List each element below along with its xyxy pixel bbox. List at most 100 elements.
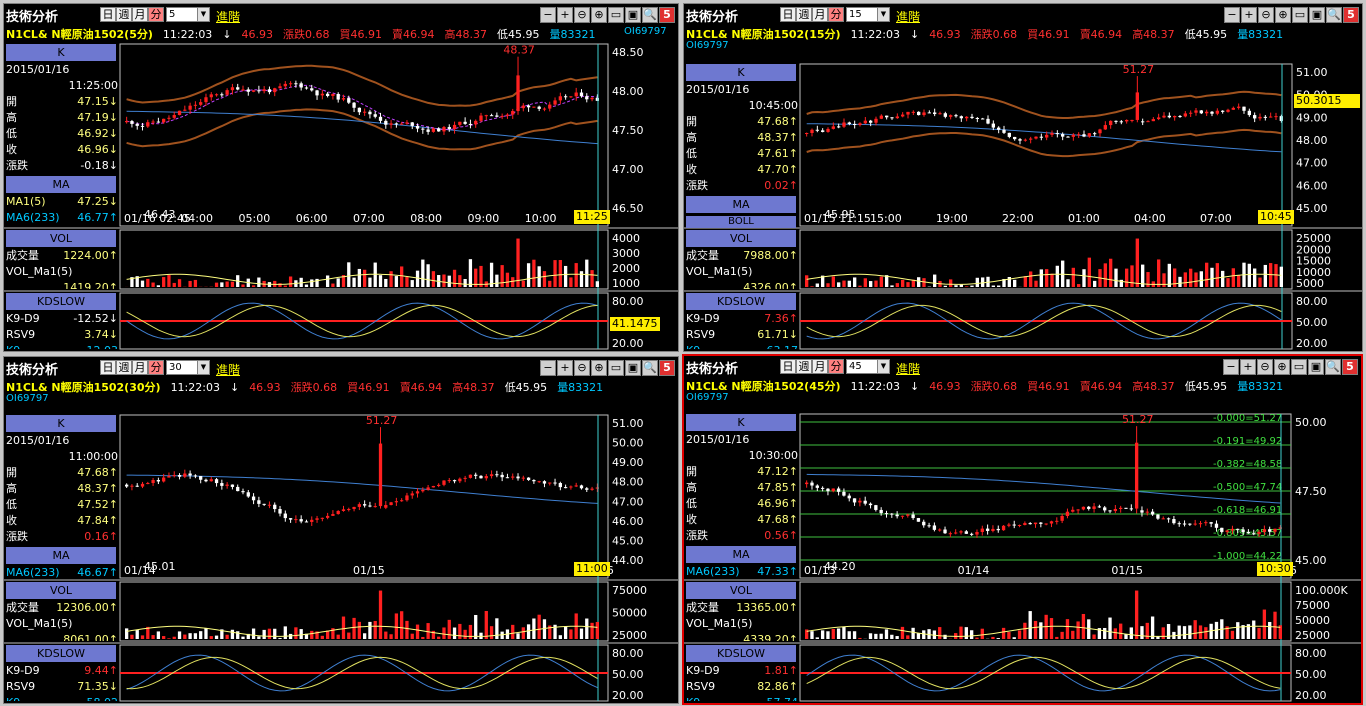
vol-label[interactable]: VOL <box>686 230 796 247</box>
candle-body <box>954 115 958 117</box>
period-button-minute[interactable]: 分 <box>148 360 164 375</box>
save-icon[interactable]: ▣ <box>625 360 641 376</box>
k-label[interactable]: K <box>6 44 116 61</box>
search-icon[interactable]: 🔍 <box>1326 7 1342 23</box>
vol-label[interactable]: VOL <box>6 230 116 247</box>
candle-body <box>1199 110 1203 114</box>
chart-type-icon[interactable]: ▭ <box>608 7 624 23</box>
chart-type-icon[interactable]: ▭ <box>608 360 624 376</box>
kdslow-label[interactable]: KDSLOW <box>6 645 116 662</box>
k-label[interactable]: K <box>6 415 116 432</box>
period-button-day[interactable]: 日 <box>100 7 116 22</box>
chart-type-icon[interactable]: ▭ <box>1291 359 1307 375</box>
zoom-out-icon[interactable]: ⊖ <box>574 7 590 23</box>
k-label[interactable]: K <box>686 64 796 81</box>
candle-body <box>1050 133 1054 135</box>
period-select[interactable]: 5 ▼ <box>166 7 210 22</box>
period-button-week[interactable]: 週 <box>796 359 812 374</box>
period-button-month[interactable]: 月 <box>132 7 148 22</box>
vol-label[interactable]: VOL <box>6 582 116 599</box>
ma-label[interactable]: MA <box>686 196 796 213</box>
advanced-link[interactable]: 進階 <box>216 361 240 378</box>
zoom-out-icon[interactable]: ⊖ <box>1258 7 1274 23</box>
chevron-down-icon[interactable]: ▼ <box>197 361 209 374</box>
vol-label[interactable]: VOL <box>686 582 796 599</box>
volume-bar <box>1103 263 1107 287</box>
volume-bar <box>484 281 488 287</box>
volume-bar <box>278 283 282 287</box>
period-button-minute[interactable]: 分 <box>828 359 844 374</box>
minus-icon[interactable]: − <box>540 360 556 376</box>
period-button-day[interactable]: 日 <box>780 359 796 374</box>
plus-icon[interactable]: + <box>1240 359 1256 375</box>
advanced-link[interactable]: 進階 <box>896 360 920 377</box>
candle-body <box>563 487 568 489</box>
ma-label[interactable]: MA <box>6 547 116 564</box>
zoom-in-icon[interactable]: ⊕ <box>591 360 607 376</box>
period-button-minute[interactable]: 分 <box>148 7 164 22</box>
plus-icon[interactable]: + <box>1241 7 1257 23</box>
period-button-month[interactable]: 月 <box>132 360 148 375</box>
zoom-in-icon[interactable]: ⊕ <box>1275 7 1291 23</box>
period-button-day[interactable]: 日 <box>100 360 116 375</box>
quote-line: N1CL& N輕原油1502(45分) 11:22:03 ↓ 46.93 漲跌0.68 買… <box>686 378 1293 393</box>
chevron-down-icon[interactable]: ▼ <box>197 8 209 21</box>
chart-pane-1[interactable]: 技術分析日週月分 5 ▼ 進階 − + ⊖ ⊕ ▭ ▣ 🔍 5 N1CL& N輕原油1502(5分) 11… <box>3 3 679 352</box>
period-button-month[interactable]: 月 <box>812 359 828 374</box>
kdslow-label[interactable]: KDSLOW <box>686 645 796 662</box>
candle-body <box>288 518 293 520</box>
zoom-out-icon[interactable]: ⊖ <box>1257 359 1273 375</box>
chevron-down-icon[interactable]: ▼ <box>877 8 889 21</box>
five-icon[interactable]: 5 <box>659 7 675 23</box>
vol-ma-line <box>806 625 1281 637</box>
vol-value: 1224.00↑ <box>63 249 118 262</box>
period-button-day[interactable]: 日 <box>780 7 796 22</box>
search-icon[interactable]: 🔍 <box>642 360 658 376</box>
period-button-minute[interactable]: 分 <box>828 7 844 22</box>
kdslow-label[interactable]: KDSLOW <box>686 293 796 310</box>
period-select[interactable]: 45 ▼ <box>846 359 890 374</box>
five-icon[interactable]: 5 <box>659 360 675 376</box>
volume-bar <box>331 628 335 639</box>
save-icon[interactable]: ▣ <box>1308 359 1324 375</box>
zoom-out-icon[interactable]: ⊖ <box>574 360 590 376</box>
kd-tick: 50.00 <box>1296 316 1328 329</box>
vol-tick: 75000 <box>1295 599 1330 612</box>
period-select[interactable]: 15 ▼ <box>846 7 890 22</box>
period-select[interactable]: 30 ▼ <box>166 360 210 375</box>
search-icon[interactable]: 🔍 <box>1325 359 1341 375</box>
period-button-week[interactable]: 週 <box>796 7 812 22</box>
kdslow-label[interactable]: KDSLOW <box>6 293 116 310</box>
k-label[interactable]: K <box>686 414 796 431</box>
chart-pane-2[interactable]: 技術分析日週月分 15 ▼ 進階 − + ⊖ ⊕ ▭ ▣ 🔍 5 N1CL& N輕原油1502(15分)… <box>683 3 1363 352</box>
save-icon[interactable]: ▣ <box>625 7 641 23</box>
zoom-in-icon[interactable]: ⊕ <box>591 7 607 23</box>
plus-icon[interactable]: + <box>557 360 573 376</box>
minus-icon[interactable]: − <box>1223 359 1239 375</box>
advanced-link[interactable]: 進階 <box>896 8 920 25</box>
ma-label[interactable]: MA <box>686 546 796 563</box>
ma-label[interactable]: MA <box>6 176 116 193</box>
period-button-week[interactable]: 週 <box>116 7 132 22</box>
minus-icon[interactable]: − <box>540 7 556 23</box>
minus-icon[interactable]: − <box>1224 7 1240 23</box>
period-button-month[interactable]: 月 <box>812 7 828 22</box>
chevron-down-icon[interactable]: ▼ <box>877 360 889 373</box>
chart-pane-3[interactable]: 技術分析日週月分 30 ▼ 進階 − + ⊖ ⊕ ▭ ▣ 🔍 5 N1CL& N輕原油1502(30分)… <box>3 356 679 704</box>
volume-bar <box>1162 273 1166 287</box>
search-icon[interactable]: 🔍 <box>642 7 658 23</box>
five-icon[interactable]: 5 <box>1343 7 1359 23</box>
kd-value-tag: 41.1475 <box>610 317 660 331</box>
advanced-link[interactable]: 進階 <box>216 8 240 25</box>
plus-icon[interactable]: + <box>557 7 573 23</box>
five-icon[interactable]: 5 <box>1342 359 1358 375</box>
save-icon[interactable]: ▣ <box>1309 7 1325 23</box>
chart-pane-4[interactable]: 技術分析日週月分 45 ▼ 進階 − + ⊖ ⊕ ▭ ▣ 🔍 5 N1CL& N輕原油1502(45分)… <box>682 354 1363 705</box>
period-button-week[interactable]: 週 <box>116 360 132 375</box>
zoom-in-icon[interactable]: ⊕ <box>1274 359 1290 375</box>
candle-body <box>1242 106 1246 111</box>
boll-label[interactable]: BOLL <box>686 216 796 228</box>
volume-bar <box>1134 590 1139 639</box>
volume-bar <box>341 616 346 639</box>
chart-type-icon[interactable]: ▭ <box>1292 7 1308 23</box>
